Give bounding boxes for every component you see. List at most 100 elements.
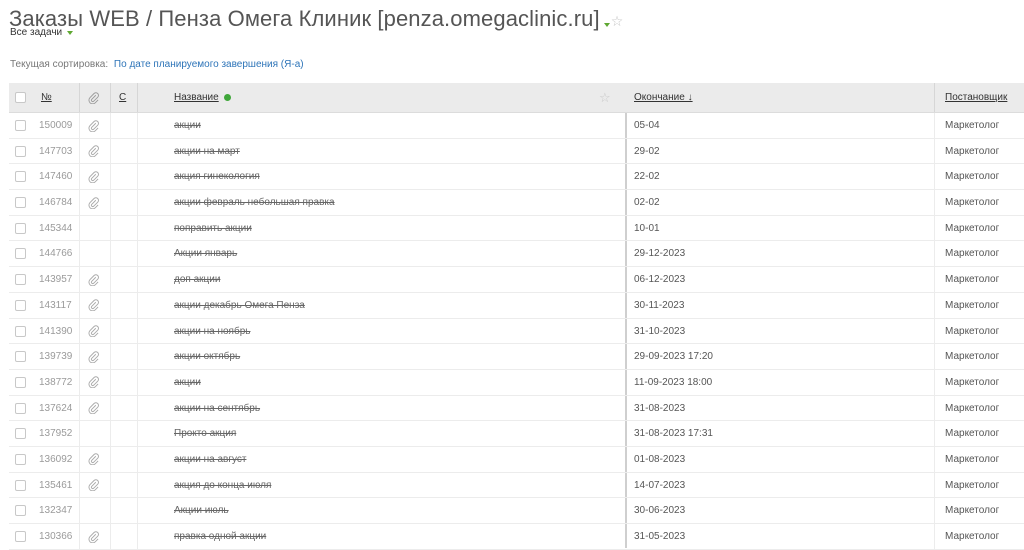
col-author[interactable]: Постановщик bbox=[945, 83, 1007, 112]
row-author[interactable]: Маркетолог bbox=[945, 396, 999, 421]
paperclip-icon[interactable] bbox=[88, 396, 99, 421]
row-author[interactable]: Маркетолог bbox=[945, 293, 999, 318]
row-author[interactable]: Маркетолог bbox=[945, 473, 999, 498]
row-checkbox[interactable] bbox=[15, 453, 26, 465]
task-name-link[interactable]: акции октябрь bbox=[174, 344, 240, 369]
star-icon[interactable]: ☆ bbox=[599, 90, 611, 106]
paperclip-icon[interactable] bbox=[88, 344, 99, 369]
table-row[interactable]: 139739 акции октябрь 29-09-2023 17:20 Марке… bbox=[9, 344, 1024, 370]
table-row[interactable]: 146784 акции февраль небольшая правка 02-0… bbox=[9, 190, 1024, 216]
row-checkbox[interactable] bbox=[15, 171, 26, 183]
row-checkbox[interactable] bbox=[15, 145, 26, 157]
row-checkbox[interactable] bbox=[15, 428, 26, 440]
row-author[interactable]: Маркетолог bbox=[945, 421, 999, 446]
row-checkbox[interactable] bbox=[15, 222, 26, 234]
paperclip-icon[interactable] bbox=[88, 473, 99, 498]
paperclip-icon[interactable] bbox=[88, 164, 99, 189]
task-name-link[interactable]: поправить акции bbox=[174, 216, 252, 241]
filter-dropdown[interactable]: Все задачи bbox=[10, 27, 74, 38]
row-checkbox[interactable] bbox=[15, 376, 26, 388]
task-name-link[interactable]: акции на сентябрь bbox=[174, 396, 260, 421]
paperclip-icon[interactable] bbox=[88, 370, 99, 395]
select-all-checkbox[interactable] bbox=[15, 92, 26, 103]
row-checkbox[interactable] bbox=[15, 505, 26, 517]
col-name[interactable]: Название bbox=[174, 83, 231, 112]
title-dropdown-icon[interactable] bbox=[603, 23, 610, 27]
favorite-star-icon[interactable]: ☆ bbox=[611, 13, 624, 30]
table-row[interactable]: 136092 акции на август 01-08-2023 Маркетоло… bbox=[9, 446, 1024, 473]
row-checkbox[interactable] bbox=[15, 351, 26, 363]
row-checkbox[interactable] bbox=[15, 197, 26, 209]
task-name-link[interactable]: акции декабрь Омега Пенза bbox=[174, 293, 305, 318]
table-row[interactable]: 137952 Прокто акция 31-08-2023 17:31 Маркет… bbox=[9, 421, 1024, 447]
paperclip-icon[interactable] bbox=[88, 524, 99, 549]
row-checkbox[interactable] bbox=[15, 299, 26, 311]
task-name-link[interactable]: акции bbox=[174, 370, 201, 395]
table-row[interactable]: 137624 акции на сентябрь 31-08-2023 Маркето… bbox=[9, 395, 1024, 422]
table-row[interactable]: 132347 Акции июль 30-06-2023 Маркетолог bbox=[9, 498, 1024, 524]
col-num[interactable]: № bbox=[41, 83, 52, 112]
col-end-label[interactable]: Окончание ↓ bbox=[634, 92, 693, 103]
row-author[interactable]: Маркетолог bbox=[945, 190, 999, 215]
paperclip-icon[interactable] bbox=[88, 113, 99, 138]
col-name-label[interactable]: Название bbox=[174, 92, 219, 103]
row-author[interactable]: Маркетолог bbox=[945, 241, 999, 266]
table-row[interactable]: 147460 акция гинекология 22-02 Маркетолог bbox=[9, 164, 1024, 191]
row-author[interactable]: Маркетолог bbox=[945, 164, 999, 189]
table-row[interactable]: 150009 акции 05-04 Маркетолог bbox=[9, 113, 1024, 139]
task-name-link[interactable]: акция до конца июля bbox=[174, 473, 271, 498]
col-author-label[interactable]: Постановщик bbox=[945, 92, 1007, 103]
col-attach[interactable] bbox=[88, 83, 99, 112]
row-checkbox[interactable] bbox=[15, 274, 26, 286]
row-author[interactable]: Маркетолог bbox=[945, 370, 999, 395]
col-num-label[interactable]: № bbox=[41, 92, 52, 103]
task-name-link[interactable]: правка одной акции bbox=[174, 524, 266, 549]
paperclip-icon[interactable] bbox=[88, 139, 99, 164]
col-c-label[interactable]: С bbox=[119, 92, 126, 103]
task-name-link[interactable]: акция гинекология bbox=[174, 164, 260, 189]
table-row[interactable]: 145344 поправить акции 10-01 Маркетолог bbox=[9, 215, 1024, 242]
row-author[interactable]: Маркетолог bbox=[945, 216, 999, 241]
row-checkbox[interactable] bbox=[15, 402, 26, 414]
row-checkbox[interactable] bbox=[15, 531, 26, 542]
col-c[interactable]: С bbox=[119, 83, 126, 112]
task-name-link[interactable]: акции февраль небольшая правка bbox=[174, 190, 335, 215]
row-checkbox[interactable] bbox=[15, 325, 26, 337]
table-row[interactable]: 130366 правка одной акции 31-05-2023 Маркет… bbox=[9, 524, 1024, 550]
paperclip-icon[interactable] bbox=[88, 267, 99, 292]
table-row[interactable]: 147703 акции на март 29-02 Маркетолог bbox=[9, 138, 1024, 165]
row-checkbox[interactable] bbox=[15, 479, 26, 491]
task-name-link[interactable]: акции на август bbox=[174, 447, 246, 472]
paperclip-icon[interactable] bbox=[88, 447, 99, 472]
row-author[interactable]: Маркетолог bbox=[945, 319, 999, 344]
paperclip-icon[interactable] bbox=[88, 293, 99, 318]
task-name-link[interactable]: доп акции bbox=[174, 267, 220, 292]
row-end-date: 01-08-2023 bbox=[634, 453, 686, 465]
table-row[interactable]: 143957 доп акции 06-12-2023 Маркетолог bbox=[9, 267, 1024, 293]
table-row[interactable]: 141390 акции на ноябрь 31-10-2023 Маркетоло… bbox=[9, 318, 1024, 345]
col-name-star[interactable]: ☆ bbox=[599, 83, 611, 112]
col-end[interactable]: Окончание ↓ bbox=[634, 83, 693, 112]
row-author[interactable]: Маркетолог bbox=[945, 113, 999, 138]
row-author[interactable]: Маркетолог bbox=[945, 498, 999, 523]
row-checkbox[interactable] bbox=[15, 120, 26, 131]
task-name-link[interactable]: акции на март bbox=[174, 139, 240, 164]
task-name-link[interactable]: Прокто акция bbox=[174, 421, 236, 446]
table-row[interactable]: 138772 акции 11-09-2023 18:00 Маркетолог bbox=[9, 369, 1024, 396]
paperclip-icon[interactable] bbox=[88, 190, 99, 215]
task-name-link[interactable]: акции на ноябрь bbox=[174, 319, 250, 344]
row-author[interactable]: Маркетолог bbox=[945, 524, 999, 549]
task-name-link[interactable]: акции bbox=[174, 113, 201, 138]
row-author[interactable]: Маркетолог bbox=[945, 344, 999, 369]
paperclip-icon[interactable] bbox=[88, 319, 99, 344]
row-author[interactable]: Маркетолог bbox=[945, 139, 999, 164]
table-row[interactable]: 135461 акция до конца июля 14-07-2023 Марке… bbox=[9, 472, 1024, 499]
table-row[interactable]: 144766 Акции январь 29-12-2023 Маркетолог bbox=[9, 241, 1024, 268]
row-checkbox[interactable] bbox=[15, 248, 26, 260]
row-author[interactable]: Маркетолог bbox=[945, 447, 999, 472]
sort-link[interactable]: По дате планируемого завершения (Я-а) bbox=[114, 59, 304, 70]
task-name-link[interactable]: Акции январь bbox=[174, 241, 237, 266]
row-author[interactable]: Маркетолог bbox=[945, 267, 999, 292]
table-row[interactable]: 143117 акции декабрь Омега Пенза 30-11-202… bbox=[9, 292, 1024, 319]
task-name-link[interactable]: Акции июль bbox=[174, 498, 229, 523]
